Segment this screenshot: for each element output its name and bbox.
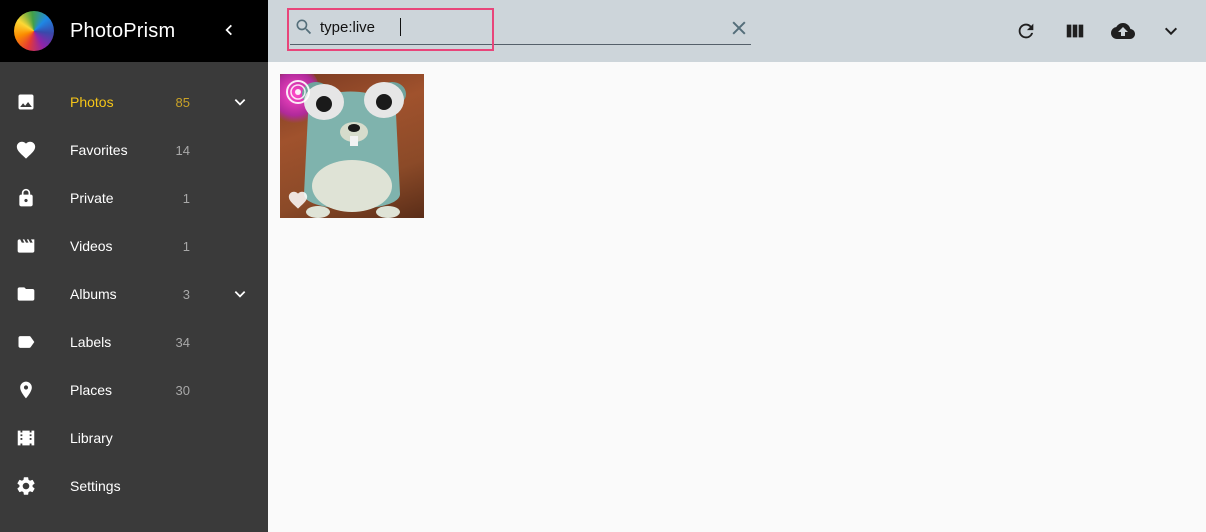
settings-icon bbox=[15, 475, 37, 497]
sidebar-item-library[interactable]: Library bbox=[0, 414, 268, 462]
text-caret bbox=[400, 18, 401, 36]
search-icon bbox=[296, 19, 312, 35]
sidebar-item-count: 85 bbox=[175, 94, 190, 110]
collapse-sidebar-button[interactable] bbox=[218, 19, 240, 41]
sidebar-item-label: Albums bbox=[70, 286, 117, 302]
sidebar-item-label: Photos bbox=[70, 94, 114, 110]
chevron-down-icon bbox=[1164, 27, 1178, 36]
lock-icon bbox=[15, 187, 37, 209]
place-icon bbox=[15, 379, 37, 401]
sidebar-item-private[interactable]: Private 1 bbox=[0, 174, 268, 222]
live-photo-icon bbox=[286, 80, 310, 104]
folder-icon bbox=[15, 283, 37, 305]
chevron-down-icon[interactable] bbox=[231, 285, 249, 303]
sidebar-item-count: 30 bbox=[175, 382, 190, 398]
app-name: PhotoPrism bbox=[70, 19, 176, 42]
sidebar-item-label: Library bbox=[70, 430, 113, 446]
chevron-left-icon bbox=[225, 24, 232, 36]
library-icon bbox=[15, 427, 37, 449]
sidebar-item-count: 1 bbox=[182, 238, 190, 254]
sidebar-item-count: 14 bbox=[175, 142, 190, 158]
more-options-button[interactable] bbox=[1159, 19, 1183, 43]
sidebar-item-favorites[interactable]: Favorites 14 bbox=[0, 126, 268, 174]
chevron-down-icon[interactable] bbox=[231, 93, 249, 111]
sidebar-item-label: Videos bbox=[70, 238, 113, 254]
close-icon bbox=[732, 21, 746, 35]
sidebar-item-label: Labels bbox=[70, 334, 112, 350]
sidebar-item-places[interactable]: Places 30 bbox=[0, 366, 268, 414]
clear-search-button[interactable] bbox=[729, 18, 749, 38]
top-toolbar bbox=[268, 0, 1206, 62]
sidebar-item-label: Places bbox=[70, 382, 113, 398]
sidebar-item-label: Settings bbox=[70, 478, 121, 494]
refresh-icon bbox=[1018, 23, 1034, 39]
search-input[interactable] bbox=[320, 16, 720, 38]
sidebar-item-albums[interactable]: Albums 3 bbox=[0, 270, 268, 318]
sidebar-item-count: 1 bbox=[182, 190, 190, 206]
search-field[interactable] bbox=[290, 9, 751, 45]
favorite-heart-icon[interactable] bbox=[287, 189, 309, 211]
sidebar-item-labels[interactable]: Labels 34 bbox=[0, 318, 268, 366]
photo-grid bbox=[268, 62, 1206, 532]
brand-header: PhotoPrism bbox=[0, 0, 268, 62]
photoprism-logo[interactable] bbox=[14, 11, 54, 51]
sidebar-item-count: 3 bbox=[182, 286, 190, 302]
sidebar: PhotoPrism Photos 85 Favorites 14 Privat… bbox=[0, 0, 268, 532]
photo-icon bbox=[15, 91, 37, 113]
photo-thumbnail[interactable] bbox=[280, 74, 424, 218]
sidebar-item-settings[interactable]: Settings bbox=[0, 462, 268, 510]
cloud-upload-icon bbox=[1111, 23, 1135, 39]
sidebar-item-label: Favorites bbox=[70, 142, 128, 158]
refresh-button[interactable] bbox=[1014, 19, 1038, 43]
view-column-icon bbox=[1066, 24, 1084, 38]
label-icon bbox=[15, 331, 37, 353]
movie-icon bbox=[15, 235, 37, 257]
sidebar-item-videos[interactable]: Videos 1 bbox=[0, 222, 268, 270]
sidebar-item-photos[interactable]: Photos 85 bbox=[0, 78, 268, 126]
heart-icon bbox=[15, 139, 37, 161]
view-columns-button[interactable] bbox=[1063, 19, 1087, 43]
upload-button[interactable] bbox=[1111, 19, 1135, 43]
sidebar-item-label: Private bbox=[70, 190, 114, 206]
sidebar-item-count: 34 bbox=[175, 334, 190, 350]
